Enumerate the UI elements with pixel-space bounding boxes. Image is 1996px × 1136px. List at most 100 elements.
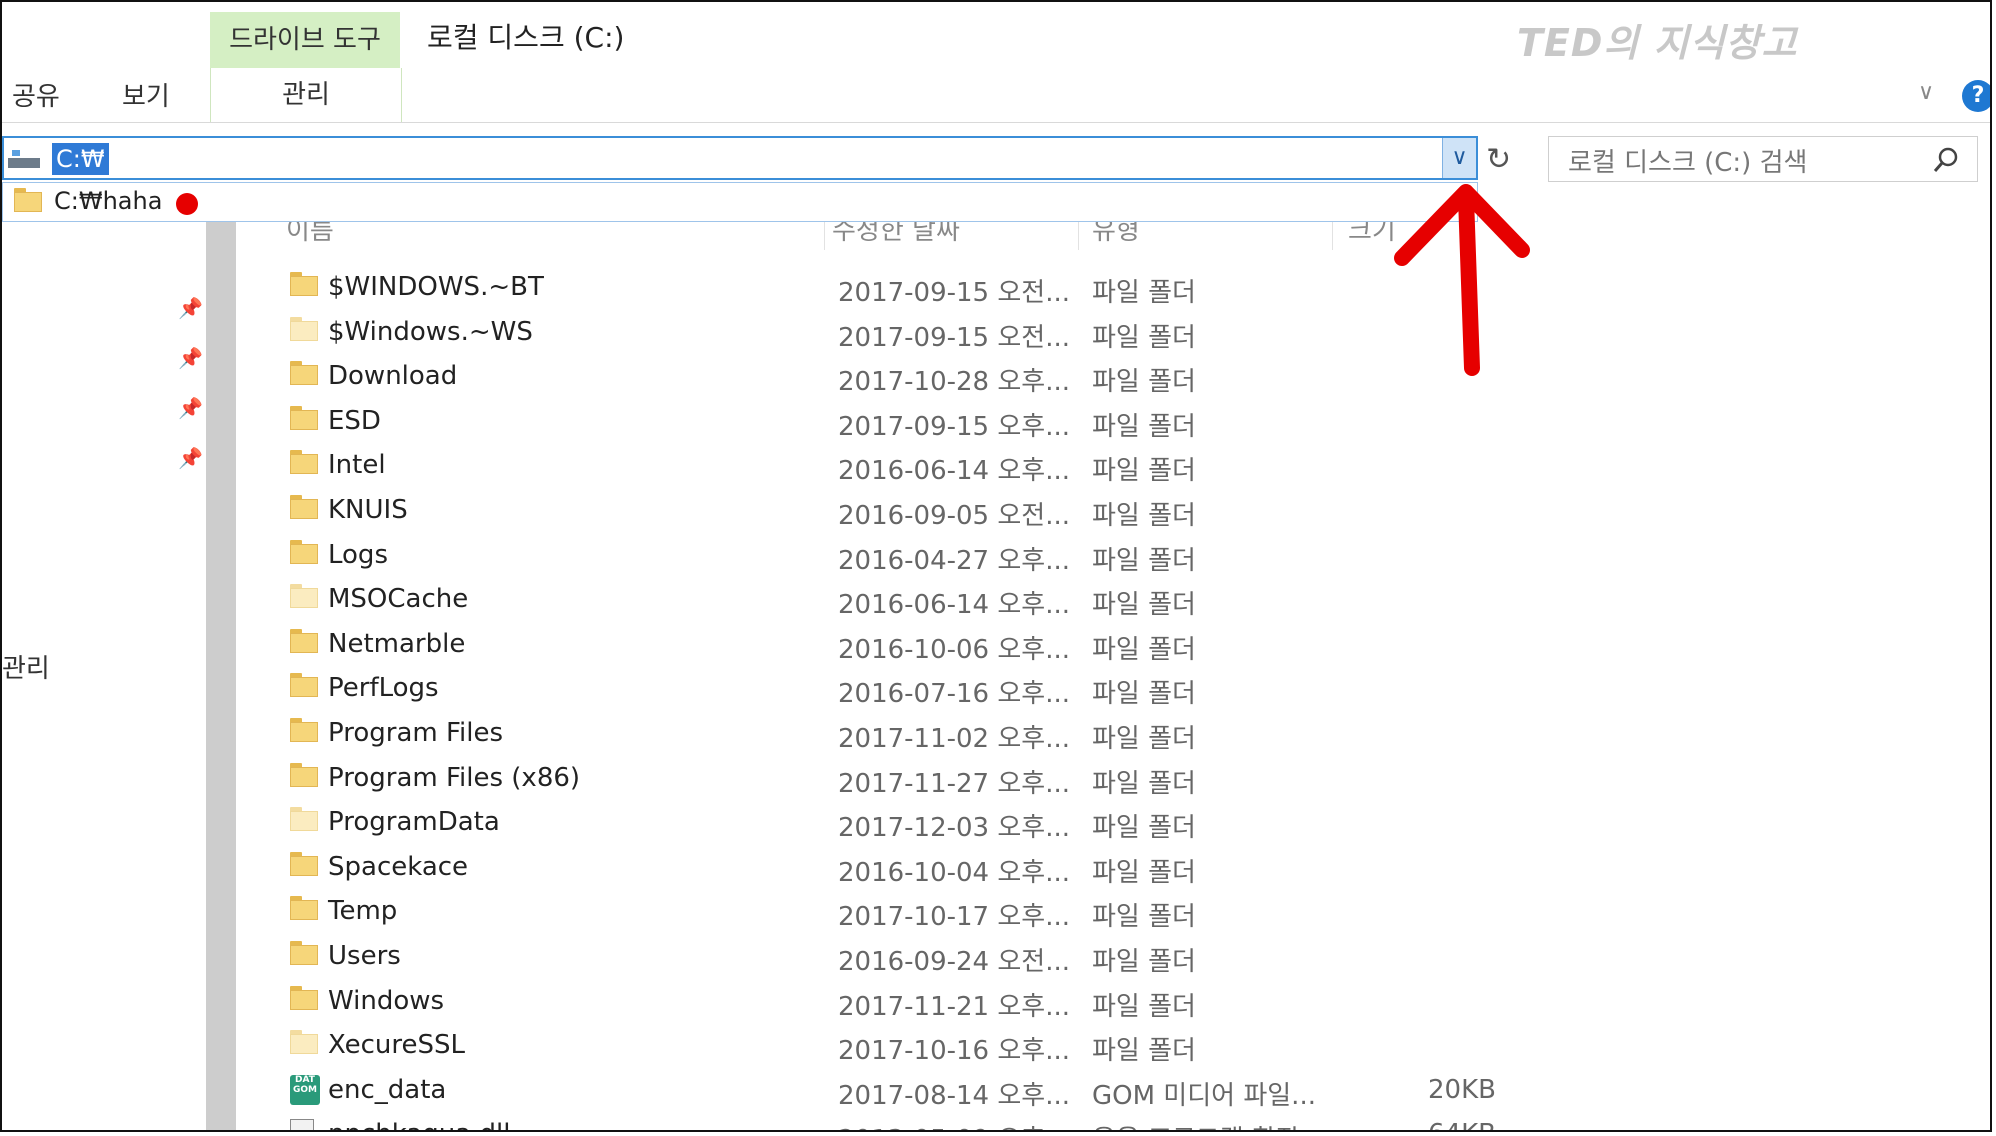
folder-icon xyxy=(290,539,318,564)
file-type: 파일 폴더 xyxy=(1092,411,1196,442)
file-row[interactable]: Spacekace 2016-10-04 오후... 파일 폴더 xyxy=(282,846,1922,890)
file-name: enc_data xyxy=(328,1074,447,1105)
folder-icon xyxy=(290,941,318,965)
file-date: 2016-10-04 오후... xyxy=(838,857,1070,888)
file-row[interactable]: Netmarble 2016-10-06 오후... 파일 폴더 xyxy=(282,623,1922,667)
file-name: npchkagua.dll xyxy=(328,1119,510,1130)
address-suggestion-item[interactable]: C:₩haha xyxy=(54,187,162,215)
tab-view[interactable]: 보기 xyxy=(122,76,170,113)
file-row[interactable]: Logs 2016-04-27 오후... 파일 폴더 xyxy=(282,534,1922,578)
file-date: 2017-11-02 오후... xyxy=(838,724,1070,754)
file-row[interactable]: MSOCache 2016-06-14 오후... 파일 폴더 xyxy=(282,578,1922,622)
file-type: 파일 폴더 xyxy=(1092,501,1196,531)
folder-icon xyxy=(290,628,318,653)
folder-icon xyxy=(290,495,318,519)
folder-icon xyxy=(290,673,318,698)
address-suggestion-list xyxy=(2,182,1478,222)
folder-icon xyxy=(290,361,318,386)
nav-scrollbar[interactable] xyxy=(206,222,236,1130)
file-name: PerfLogs xyxy=(328,673,439,704)
pin-icon[interactable]: 📌 xyxy=(178,396,203,420)
file-row[interactable]: DAT GOM enc_data 2017-08-14 오후... GOM 미디어 파일… xyxy=(282,1069,1922,1113)
search-icon[interactable] xyxy=(1932,146,1960,178)
file-type: 파일 폴더 xyxy=(1092,768,1196,799)
dll-file-icon xyxy=(290,1119,314,1130)
pin-icon[interactable]: 📌 xyxy=(178,446,203,470)
folder-icon xyxy=(290,405,318,430)
expand-ribbon-chevron-icon[interactable]: ∨ xyxy=(1918,80,1934,105)
file-date: 2017-10-16 오후... xyxy=(838,1036,1070,1067)
address-dropdown-chevron-icon[interactable]: ∨ xyxy=(1442,138,1476,178)
window-title: 로컬 디스크 (C:) xyxy=(427,21,625,54)
file-row[interactable]: Program Files 2017-11-02 오후... 파일 폴더 xyxy=(282,712,1922,756)
file-type: 파일 폴더 xyxy=(1092,947,1196,977)
file-date: 2017-10-17 오후... xyxy=(838,902,1070,933)
file-date: 2016-09-05 오전... xyxy=(838,501,1070,531)
file-date: 2017-12-03 오후... xyxy=(838,813,1070,844)
file-date: 2016-04-27 오후... xyxy=(838,545,1070,576)
file-type: 파일 폴더 xyxy=(1092,545,1196,576)
file-name: Users xyxy=(328,941,401,971)
file-name: Program Files (x86) xyxy=(328,762,581,793)
file-date: 2017-11-21 오후... xyxy=(838,991,1070,1022)
watermark: TED의 지식창고 xyxy=(1517,21,1798,65)
search-input[interactable]: 로컬 디스크 (C:) 검색 xyxy=(1568,142,1807,179)
address-bar[interactable] xyxy=(2,136,1478,180)
pin-icon[interactable]: 📌 xyxy=(178,296,203,320)
tab-share[interactable]: 공유 xyxy=(12,76,60,113)
file-row[interactable]: $WINDOWS.~BT 2017-09-15 오전... 파일 폴더 xyxy=(282,266,1922,310)
address-input[interactable]: C:₩ xyxy=(52,143,109,175)
annotation-dot xyxy=(176,193,198,215)
file-row[interactable]: PerfLogs 2016-07-16 오후... 파일 폴더 xyxy=(282,667,1922,711)
file-row[interactable]: ESD 2017-09-15 오후... 파일 폴더 xyxy=(282,400,1922,444)
file-name: Spacekace xyxy=(328,851,469,882)
folder-icon xyxy=(290,450,318,475)
file-row[interactable]: $Windows.~WS 2017-09-15 오전... 파일 폴더 xyxy=(282,311,1922,355)
context-group-drive-tools: 드라이브 도구 xyxy=(210,12,400,68)
file-row[interactable]: Intel 2016-06-14 오후... 파일 폴더 xyxy=(282,444,1922,488)
folder-icon xyxy=(290,851,318,876)
file-date: 2013-05-09 오후... xyxy=(838,1119,1070,1130)
file-row[interactable]: Temp 2017-10-17 오후... 파일 폴더 xyxy=(282,890,1922,934)
file-date: 2017-09-15 오후... xyxy=(838,411,1070,442)
pin-icon[interactable]: 📌 xyxy=(178,346,203,370)
file-type: 파일 폴더 xyxy=(1092,367,1196,398)
folder-icon xyxy=(290,896,318,921)
file-row[interactable]: XecureSSL 2017-10-16 오후... 파일 폴더 xyxy=(282,1024,1922,1068)
file-row[interactable]: Windows 2017-11-21 오후... 파일 폴더 xyxy=(282,980,1922,1024)
file-type: 파일 폴더 xyxy=(1092,857,1196,888)
nav-item-manage[interactable]: 관리 xyxy=(2,648,50,685)
file-name: KNUIS xyxy=(328,495,408,525)
file-name: $WINDOWS.~BT xyxy=(328,272,544,302)
file-row[interactable]: Users 2016-09-24 오전... 파일 폴더 xyxy=(282,935,1922,979)
file-size: 64KB xyxy=(1428,1119,1496,1130)
file-date: 2017-08-14 오후... xyxy=(838,1080,1070,1111)
folder-icon xyxy=(290,1030,318,1055)
file-date: 2016-07-16 오후... xyxy=(838,679,1070,710)
tab-manage[interactable]: 관리 xyxy=(210,68,402,122)
file-row[interactable]: KNUIS 2016-09-05 오전... 파일 폴더 xyxy=(282,489,1922,533)
file-row[interactable]: npchkagua.dll 2013-05-09 오후... 응용 프로그램 확장 6… xyxy=(282,1113,1922,1130)
file-size: 20KB xyxy=(1428,1074,1496,1105)
file-row[interactable]: Download 2017-10-28 오후... 파일 폴더 xyxy=(282,355,1922,399)
file-date: 2016-09-24 오전... xyxy=(838,947,1070,977)
file-name: ProgramData xyxy=(328,807,500,838)
file-name: XecureSSL xyxy=(328,1030,466,1061)
help-icon[interactable]: ? xyxy=(1962,80,1990,112)
folder-icon xyxy=(290,316,318,341)
file-type: 파일 폴더 xyxy=(1092,1036,1196,1067)
file-explorer-window: 드라이브 도구 관리 로컬 디스크 (C:) 공유 보기 TED의 지식창고 ∨… xyxy=(0,0,1992,1132)
file-type: 파일 폴더 xyxy=(1092,322,1196,353)
file-type: 파일 폴더 xyxy=(1092,991,1196,1022)
folder-icon xyxy=(290,762,318,787)
refresh-icon[interactable]: ↻ xyxy=(1486,142,1511,177)
annotation-arrow-icon xyxy=(1394,184,1530,376)
file-row[interactable]: ProgramData 2017-12-03 오후... 파일 폴더 xyxy=(282,801,1922,845)
drive-icon xyxy=(8,148,42,170)
file-name: ESD xyxy=(328,405,381,436)
file-date: 2016-06-14 오후... xyxy=(838,590,1070,621)
file-name: $Windows.~WS xyxy=(328,316,533,347)
file-row[interactable]: Program Files (x86) 2017-11-27 오후... 파일 폴더 xyxy=(282,757,1922,801)
file-type: 파일 폴더 xyxy=(1092,813,1196,844)
folder-icon xyxy=(14,188,42,212)
